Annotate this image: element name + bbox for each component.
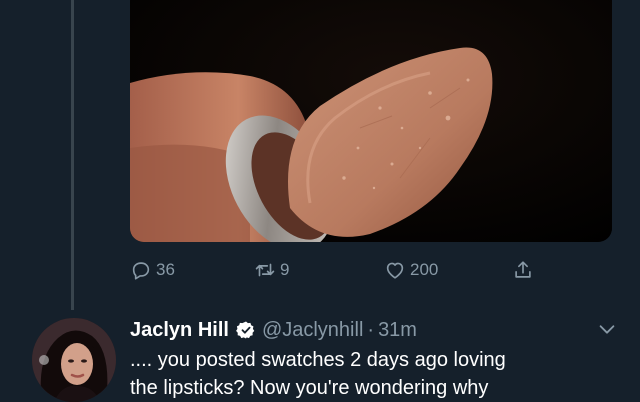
author-name[interactable]: Jaclyn Hill [130,319,229,342]
retweet-button[interactable]: 9 [254,257,289,283]
author-handle[interactable]: @Jaclynhill [262,319,363,342]
reply-count: 36 [156,260,175,279]
tweet-text-line: .... you posted swatches 2 days ago lovi… [130,349,506,371]
retweet-icon [255,263,275,277]
meta-separator: · [367,318,375,341]
tweet-text-line: the lipsticks? Now you're wondering why [130,377,489,399]
verified-badge-icon [236,321,255,339]
tweet-timestamp[interactable]: 31m [378,319,417,342]
like-count: 200 [410,260,439,279]
comment-icon [132,262,150,280]
share-button[interactable] [512,257,538,283]
tweet-header: Jaclyn Hill @Jaclynhill · 31m [130,316,417,344]
share-icon [515,261,531,278]
heart-icon [386,262,404,279]
tweet-text: .... you posted swatches 2 days ago lovi… [130,346,610,402]
reply-button[interactable]: 36 [130,257,175,283]
avatar[interactable] [32,318,116,402]
chevron-down-icon[interactable] [596,318,618,340]
thread-connector-line [71,0,74,310]
tweet-action-bar: 36 9 200 [130,257,612,283]
tweet-media-image[interactable] [130,0,612,242]
retweet-count: 9 [280,260,290,279]
like-button[interactable]: 200 [384,257,438,283]
